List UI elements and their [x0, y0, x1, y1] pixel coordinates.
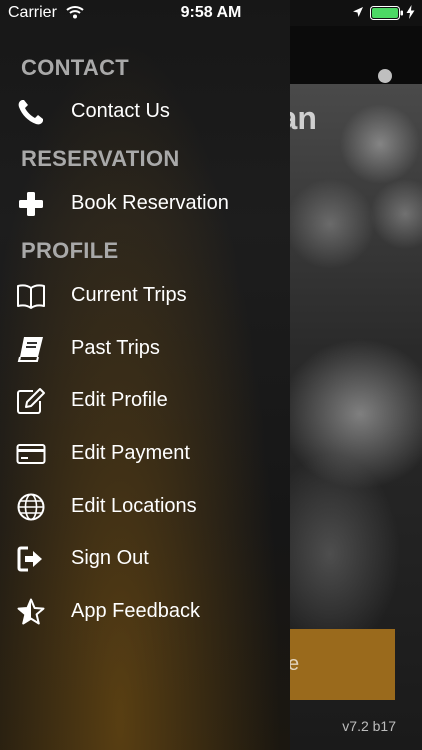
menu-item-label: Contact Us — [71, 100, 170, 122]
book-icon — [17, 337, 43, 362]
section-title-profile: PROFILE — [21, 238, 119, 263]
menu-item-label: Current Trips — [71, 284, 187, 306]
menu-item-label: Sign Out — [71, 547, 149, 569]
menu-item-app-feedback[interactable]: App Feedback — [0, 588, 290, 636]
menu-item-label: Past Trips — [71, 337, 160, 359]
section-title-reservation: RESERVATION — [21, 146, 180, 171]
plus-icon — [19, 192, 43, 216]
menu-item-contact-us[interactable]: Contact Us — [0, 88, 290, 136]
menu-item-current-trips[interactable]: Current Trips — [0, 272, 290, 320]
location-arrow-icon — [353, 7, 363, 17]
version-label: v7.2 b17 — [342, 718, 396, 734]
menu-item-edit-payment[interactable]: Edit Payment — [0, 430, 290, 478]
star-icon — [17, 598, 45, 625]
menu-item-label: Edit Profile — [71, 389, 168, 411]
battery-icon — [370, 6, 403, 20]
menu-item-sign-out[interactable]: Sign Out — [0, 535, 290, 583]
credit-card-icon — [16, 444, 46, 464]
menu-item-edit-profile[interactable]: Edit Profile — [0, 377, 290, 425]
menu-item-label: App Feedback — [71, 600, 200, 622]
menu-item-edit-locations[interactable]: Edit Locations — [0, 483, 290, 531]
menu-item-book-reservation[interactable]: Book Reservation — [0, 180, 290, 228]
menu-item-past-trips[interactable]: Past Trips — [0, 325, 290, 373]
menu-item-label: Edit Locations — [71, 495, 197, 517]
side-drawer-menu: CONTACT Contact Us RESERVATION Book Rese… — [0, 0, 290, 750]
status-bar: Carrier 9:58 AM — [0, 0, 422, 26]
globe-icon — [17, 493, 45, 521]
menu-item-label: Edit Payment — [71, 442, 190, 464]
sign-out-icon — [17, 546, 42, 572]
book-open-icon — [17, 284, 45, 309]
section-title-contact: CONTACT — [21, 55, 130, 80]
phone-icon — [18, 100, 43, 125]
menu-item-label: Book Reservation — [71, 192, 229, 214]
edit-icon — [17, 388, 45, 414]
charging-bolt-icon — [406, 5, 415, 19]
